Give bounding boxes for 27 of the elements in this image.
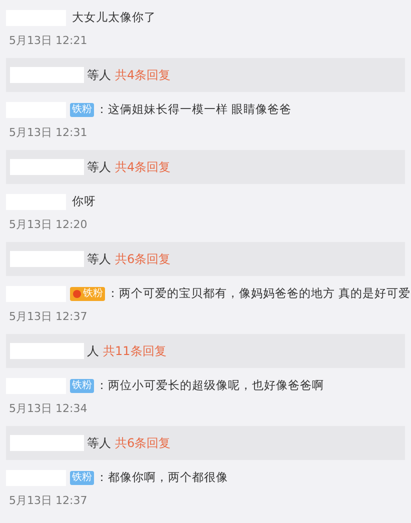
comment-time: 5月13日 12:31 xyxy=(8,125,88,141)
reply-bar[interactable]: 等人 共4条回复 xyxy=(6,58,405,92)
reply-bar[interactable]: 人 共11条回复 xyxy=(6,334,405,368)
comment-time: 5月13日 12:20 xyxy=(8,217,88,233)
comment-text: ：两位小可爱长的超级像呢，也好像爸爸啊 xyxy=(96,377,324,394)
fan-badge: 铁粉 xyxy=(70,103,94,117)
comment-text: ：两个可爱的宝贝都有，像妈妈爸爸的地方 真的是好可爱 xyxy=(107,285,411,302)
comment-text: 你呀 xyxy=(72,193,96,210)
reply-bar[interactable]: 等人 共6条回复 xyxy=(6,242,405,276)
reply-bar[interactable]: 等人 共6条回复 xyxy=(6,426,405,460)
reply-users: 等人 xyxy=(87,251,111,268)
fan-badge: 铁粉 xyxy=(70,379,94,393)
fan-badge: 铁粉 xyxy=(70,287,105,301)
comment-time: 5月13日 12:37 xyxy=(8,309,88,325)
medal-icon xyxy=(72,289,82,299)
reply-users: 等人 xyxy=(87,67,111,84)
reply-bar[interactable]: 等人 共4条回复 xyxy=(6,150,405,184)
comment-time: 5月13日 12:21 xyxy=(8,33,88,49)
reply-users: 等人 xyxy=(87,159,111,176)
comment-text: ：都像你啊，两个都很像 xyxy=(96,469,228,486)
comment-text: 大女儿太像你了 xyxy=(72,9,156,26)
reply-users: 人 xyxy=(87,343,99,360)
comment-text: ：这俩姐妹长得一模一样 眼睛像爸爸 xyxy=(96,101,292,118)
reply-users: 等人 xyxy=(87,435,111,452)
fan-badge: 铁粉 xyxy=(70,471,94,485)
comment-time: 5月13日 12:34 xyxy=(8,401,88,417)
comment-time: 5月13日 12:37 xyxy=(8,493,88,509)
